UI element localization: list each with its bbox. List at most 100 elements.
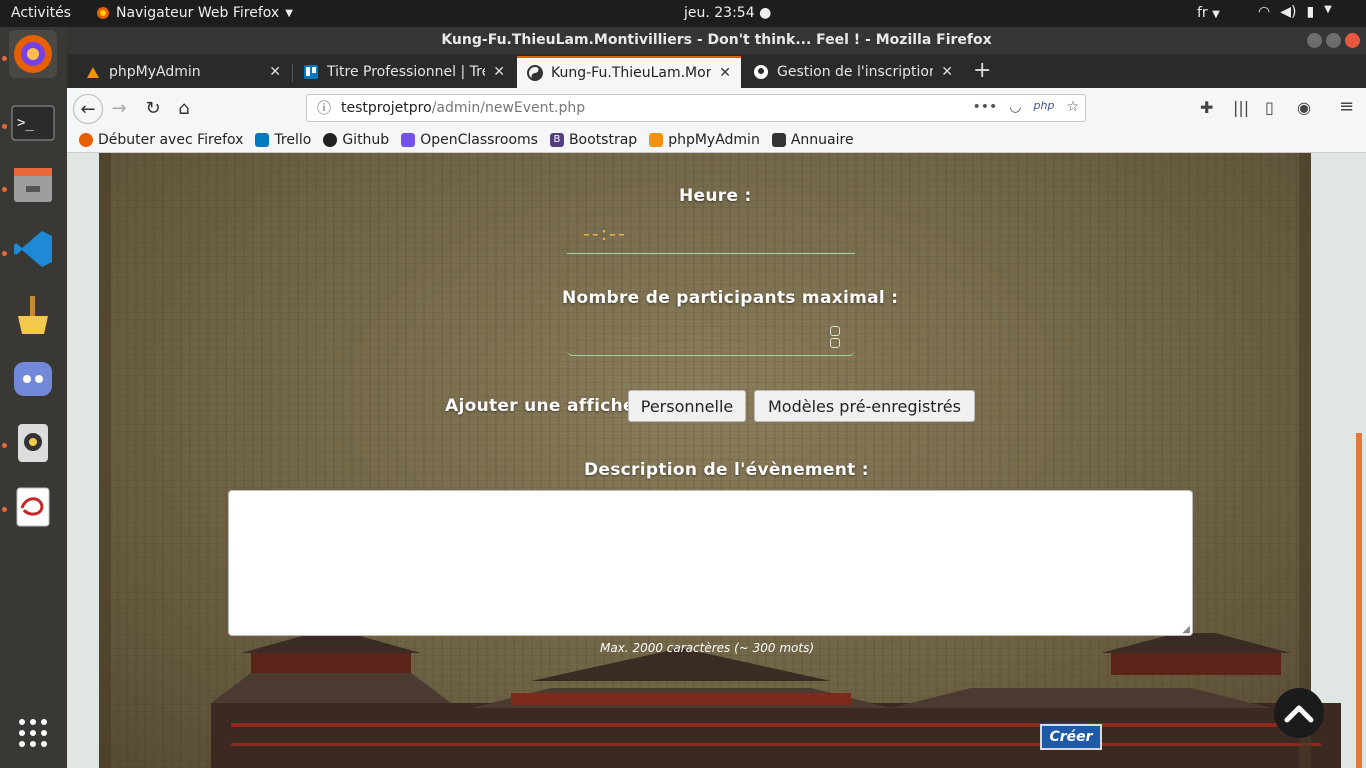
page-scrollbar[interactable] [1356,433,1362,768]
tab-trello[interactable]: Titre Professionnel | Trello ✕ [293,56,515,88]
close-tab-icon[interactable]: ✕ [719,65,731,81]
forward-button[interactable]: → [105,94,133,122]
bookmark-trello[interactable]: Trello [255,132,311,148]
extensions-icon[interactable]: ✚ [1200,98,1213,117]
account-icon[interactable]: ◉ [1297,98,1311,117]
firefox-small-icon [79,133,93,147]
dock: >_ [0,27,67,768]
activities-button[interactable]: Activités [11,5,71,21]
back-button[interactable]: ← [73,94,103,124]
participants-input[interactable] [567,321,855,356]
clock[interactable]: jeu. 23:54 ● [684,5,771,21]
create-button[interactable]: Créer [1040,724,1102,750]
bookmark-label: Trello [274,132,312,148]
tab-strip: phpMyAdmin ✕ Titre Professionnel | Trell… [67,54,1366,88]
scroll-to-top-button[interactable] [1274,688,1324,738]
bookmark-annuaire[interactable]: Annuaire [771,132,854,148]
star-bookmark-icon[interactable]: ☆ [1066,99,1079,115]
new-tab-button[interactable]: + [973,58,991,83]
description-textarea[interactable]: ◢ [228,490,1193,636]
spinner-down-icon[interactable] [830,338,840,348]
url-path: /admin/newEvent.php [431,100,586,116]
resize-handle-icon[interactable]: ◢ [1182,624,1190,635]
dock-discord[interactable] [9,355,57,403]
dock-bleachbit[interactable] [9,291,57,339]
bookmark-bootstrap[interactable]: B Bootstrap [549,132,638,148]
system-tray[interactable]: ◠ ◀) ▮ ▼ [1258,4,1332,20]
chevron-down-icon: ▼ [285,7,293,19]
reload-button[interactable]: ↻ [139,94,167,122]
sidebar-icon[interactable]: ▯ [1265,98,1274,117]
pocket-icon[interactable]: ◡ [1009,99,1021,115]
language-label: fr [1197,5,1208,21]
firefox-icon [14,35,52,73]
navigation-toolbar: ← → ↻ ⌂ ⓘ testprojetpro/admin/newEvent.p… [67,88,1366,128]
php-icon[interactable]: php [1034,99,1055,115]
home-button[interactable]: ⌂ [170,94,198,122]
dock-firefox[interactable] [9,30,57,78]
bookmark-openclassrooms[interactable]: OpenClassrooms [401,132,538,148]
bookmark-label: phpMyAdmin [668,132,760,148]
dock-show-apps[interactable] [9,709,57,757]
personal-poster-button[interactable]: Personnelle [628,390,746,422]
github-icon [323,133,338,147]
bookmark-label: Bootstrap [568,132,638,148]
bookmark-firefox[interactable]: Débuter avec Firefox [79,132,243,148]
running-indicator [2,187,7,192]
running-indicator [2,507,7,512]
files-icon [14,168,52,202]
broom-icon [18,296,48,334]
tab-label: phpMyAdmin [109,64,201,80]
chevron-up-icon [1284,705,1314,723]
dock-vscode[interactable] [9,225,57,273]
close-tab-icon[interactable]: ✕ [941,64,953,80]
url-bar[interactable]: ⓘ testprojetpro/admin/newEvent.php ••• ◡… [306,94,1086,122]
system-top-bar: Activités Navigateur Web Firefox ▼ jeu. … [0,0,1366,27]
page-actions-icon[interactable]: ••• [973,99,998,115]
dock-files[interactable] [9,161,57,209]
library-icon[interactable]: ||| [1233,98,1249,117]
tab-github[interactable]: Gestion de l'inscription e ✕ [743,56,963,88]
description-label: Description de l'évènement : [584,460,869,480]
page-content: Heure : --:-- Nombre de participants max… [67,153,1366,768]
maximize-button[interactable] [1326,33,1341,48]
trello-icon [304,65,318,79]
dock-rhythmbox[interactable] [9,419,57,467]
tab-kungfu[interactable]: Kung-Fu.ThieuLam.Montivilliers ✕ [517,56,741,88]
poster-label: Ajouter une affiche : [445,396,649,416]
phpmyadmin-icon [649,133,664,147]
running-indicator [2,124,7,129]
close-window-button[interactable] [1345,33,1360,48]
spinner-up-icon[interactable] [830,326,840,336]
window-title-bar[interactable]: Kung-Fu.ThieuLam.Montivilliers - Don't t… [67,27,1366,54]
tab-phpmyadmin[interactable]: phpMyAdmin ✕ [75,56,291,88]
number-spinner[interactable] [830,326,840,348]
dock-terminal[interactable]: >_ [9,99,57,147]
bookmark-label: Annuaire [790,132,854,148]
reload-icon: ↻ [145,97,161,119]
site-info-icon[interactable]: ⓘ [317,98,331,118]
discord-icon [14,362,52,396]
menu-icon[interactable]: ≡ [1339,96,1354,117]
window-title: Kung-Fu.ThieuLam.Montivilliers - Don't t… [441,32,992,48]
vscode-icon [14,231,52,267]
svg-text:>_: >_ [17,115,34,131]
terminal-icon: >_ [11,105,55,141]
bookmarks-toolbar: Débuter avec Firefox Trello Github OpenC… [67,128,1366,153]
description-hint: Max. 2000 caractères (~ 300 mots) [600,641,815,655]
templates-poster-button[interactable]: Modèles pré-enregistrés [754,390,975,422]
bookmark-phpmyadmin[interactable]: phpMyAdmin [649,132,760,148]
app-menu-label: Navigateur Web Firefox [116,5,280,21]
app-menu[interactable]: Navigateur Web Firefox ▼ [96,5,293,21]
dock-document-viewer[interactable] [9,483,57,531]
chevron-down-icon: ▼ [1324,4,1332,15]
language-indicator[interactable]: fr ▼ [1197,5,1220,21]
bootstrap-icon: B [549,133,564,147]
time-input[interactable]: --:-- [567,219,855,254]
close-tab-icon[interactable]: ✕ [269,64,281,80]
bookmark-github[interactable]: Github [323,132,389,148]
site-icon [527,65,543,81]
notification-dot-icon: ● [759,5,772,21]
minimize-button[interactable] [1307,33,1322,48]
close-tab-icon[interactable]: ✕ [493,64,505,80]
